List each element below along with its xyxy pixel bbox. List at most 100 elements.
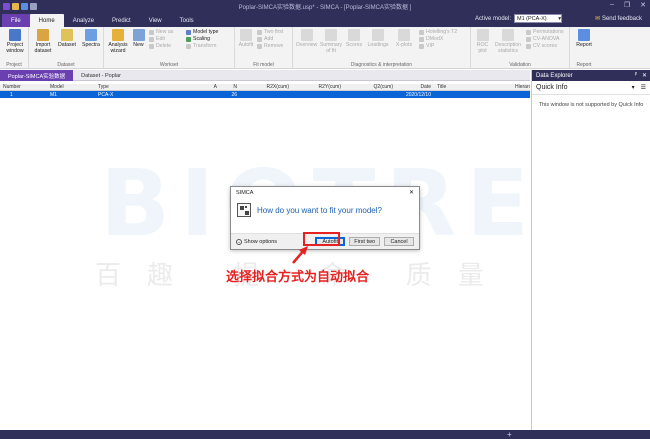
- col-r2x[interactable]: R2X(cum): [240, 84, 292, 90]
- cv-anova-label: CV-ANOVA: [533, 36, 560, 42]
- tab-file[interactable]: File: [2, 14, 30, 27]
- transform-button[interactable]: Transform: [186, 43, 218, 49]
- dialog-title: SIMCA: [236, 189, 254, 196]
- active-model-label: Active model:: [474, 15, 511, 22]
- col-type[interactable]: Type: [95, 84, 185, 90]
- project-window-button[interactable]: Project window: [3, 29, 27, 54]
- project-window-icon: [9, 29, 21, 41]
- edit-label: Edit: [156, 36, 165, 42]
- close-window-button[interactable]: ✕: [640, 1, 646, 9]
- col-n[interactable]: N: [220, 84, 240, 90]
- add-icon[interactable]: +: [507, 430, 512, 439]
- autofit-icon: [240, 29, 252, 41]
- report-button[interactable]: Report: [573, 29, 595, 48]
- doc-tab-project[interactable]: Poplar-SIMCA实验数据: [0, 70, 74, 81]
- roc-icon: [476, 29, 489, 41]
- puzzle-icon: [237, 203, 251, 217]
- pin-icon[interactable]: ᵖ: [635, 72, 637, 79]
- model-table: Number Model Type A N R2X(cum) R2Y(cum) …: [0, 84, 530, 98]
- col-date[interactable]: Date: [396, 84, 434, 90]
- table-row[interactable]: 1 M1 PCA-X 26 2020/12/10: [0, 91, 530, 98]
- tab-analyze[interactable]: Analyze: [64, 14, 103, 27]
- edit-button[interactable]: Edit: [149, 36, 173, 42]
- two-first-button[interactable]: Two first: [257, 29, 283, 35]
- send-feedback-button[interactable]: ✉ Send feedback: [594, 15, 642, 23]
- loadings-icon: [372, 29, 384, 41]
- tab-home[interactable]: Home: [29, 14, 64, 27]
- col-q2[interactable]: Q2(cum): [344, 84, 396, 90]
- model-type-button[interactable]: Model type: [186, 29, 218, 35]
- dataset-button[interactable]: Dataset: [56, 29, 78, 48]
- menu-icon[interactable]: ☰: [641, 84, 646, 91]
- data-explorer-title: Data Explorer: [536, 72, 573, 79]
- col-title[interactable]: Title: [434, 84, 512, 90]
- cv-anova-button[interactable]: CV-ANOVA: [526, 36, 564, 42]
- wizard-icon: [112, 29, 124, 41]
- x-plots-label: X-plots: [395, 42, 413, 48]
- overview-button[interactable]: Overview: [295, 29, 318, 48]
- col-hierarchy[interactable]: Hierarch: [512, 84, 530, 90]
- feedback-icon: ✉: [594, 16, 600, 22]
- cancel-button[interactable]: Cancel: [384, 237, 414, 246]
- vip-button[interactable]: VIP: [419, 43, 457, 49]
- group-fit-model: Autofit Two first Add Remove Fit model: [235, 27, 293, 69]
- group-label-fit: Fit model: [253, 62, 274, 68]
- close-panel-icon[interactable]: ✕: [642, 72, 647, 79]
- workset-small-2: Model type Scaling Transform: [186, 29, 218, 49]
- group-label-project: Project: [6, 62, 22, 68]
- group-project: Project window Project: [0, 27, 29, 69]
- maximize-button[interactable]: ❐: [624, 1, 630, 9]
- doc-tab-dataset[interactable]: Dataset - Poplar: [73, 70, 129, 81]
- chevron-down-icon[interactable]: ▾: [632, 84, 635, 91]
- remove-component-button[interactable]: Remove: [257, 43, 283, 49]
- summary-label: Summary of fit: [319, 42, 343, 54]
- delete-button[interactable]: Delete: [149, 43, 173, 49]
- col-a[interactable]: A: [185, 84, 220, 90]
- dialog-titlebar: SIMCA ✕: [231, 187, 419, 198]
- col-model[interactable]: Model: [47, 84, 95, 90]
- spectra-button[interactable]: Spectra: [79, 29, 103, 48]
- add-component-button[interactable]: Add: [257, 36, 283, 42]
- new-as-button[interactable]: New as: [149, 29, 173, 35]
- summary-of-fit-button[interactable]: Summary of fit: [319, 29, 343, 54]
- scores-button[interactable]: Scores: [344, 29, 364, 48]
- tab-predict[interactable]: Predict: [103, 14, 140, 27]
- dialog-close-icon[interactable]: ✕: [409, 189, 414, 196]
- active-model-select[interactable]: M1 (PCA-X) ▾: [514, 14, 562, 23]
- import-dataset-button[interactable]: Import dataset: [31, 29, 55, 54]
- dialog-body: How do you want to fit your model?: [231, 198, 419, 217]
- minimize-button[interactable]: –: [610, 1, 614, 9]
- scores-label: Scores: [345, 42, 363, 48]
- first-two-button[interactable]: First two: [349, 237, 380, 246]
- group-diagnostics: Overview Summary of fit Scores Loadings …: [293, 27, 471, 69]
- group-validation: ROC plot Description statistics Permutat…: [471, 27, 570, 69]
- group-label-validation: Validation: [509, 62, 531, 68]
- delete-label: Delete: [156, 43, 171, 49]
- scaling-button[interactable]: Scaling: [186, 36, 218, 42]
- group-label-workset: Workset: [159, 62, 179, 68]
- description-statistics-button[interactable]: Description statistics: [493, 29, 523, 54]
- cv-scores-button[interactable]: CV scores: [526, 43, 564, 49]
- window-title: Poplar-SIMCA实验数据.usp* - SIMCA - [Poplar-…: [238, 4, 412, 11]
- col-r2y[interactable]: R2Y(cum): [292, 84, 344, 90]
- permutations-button[interactable]: Permutations: [526, 29, 564, 35]
- roc-plot-button[interactable]: ROC plot: [473, 29, 492, 54]
- fit-small: Two first Add Remove: [257, 29, 283, 49]
- x-plots-button[interactable]: X-plots: [392, 29, 416, 48]
- dmodx-button[interactable]: DModX: [419, 36, 457, 42]
- spectra-label: Spectra: [82, 42, 100, 48]
- transform-label: Transform: [193, 43, 217, 49]
- show-options-toggle[interactable]: ⌄ Show options: [236, 238, 311, 245]
- loadings-button[interactable]: Loadings: [365, 29, 391, 48]
- overview-label: Overview: [295, 42, 318, 48]
- analysis-wizard-button[interactable]: Analysis wizard: [106, 29, 130, 54]
- hotellings-button[interactable]: Hotelling's T2: [419, 29, 457, 35]
- tab-view[interactable]: View: [140, 14, 171, 27]
- annotation-highlight-box: [303, 232, 340, 246]
- quick-info-selector[interactable]: Quick Info ▾ ☰: [532, 81, 650, 95]
- add-label: Add: [264, 36, 274, 42]
- new-workset-button[interactable]: New: [131, 29, 146, 48]
- col-number[interactable]: Number: [0, 84, 47, 90]
- tab-tools[interactable]: Tools: [171, 14, 203, 27]
- autofit-ribbon-button[interactable]: Autofit: [237, 29, 255, 48]
